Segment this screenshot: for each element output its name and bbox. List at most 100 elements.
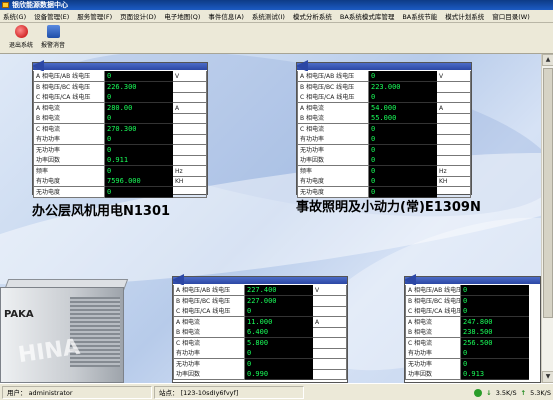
menu-device-management[interactable]: 设备管理(E): [34, 11, 69, 21]
menu-system-test[interactable]: 系统测试(I): [252, 11, 285, 21]
meter-label: B 相电流: [297, 113, 369, 124]
meter-row: B 相电压/BC 线电压 227.000: [173, 295, 347, 307]
meter-row: A 相电流 247.800: [405, 316, 529, 328]
meter-unit: [173, 123, 207, 135]
meter-row: 无功电度 0: [33, 186, 207, 198]
menu-mode-plan[interactable]: 模式计划系统: [445, 11, 484, 21]
meter-label: C 相电流: [405, 337, 461, 349]
meter-label: C 相电压/CA 线电压: [33, 92, 105, 103]
meter-unit: [173, 186, 207, 198]
meter-unit: KH: [437, 176, 471, 187]
meter-value: 227.000: [245, 295, 313, 307]
meter-label: C 相电压/CA 线电压: [173, 306, 245, 317]
meter-value: 0: [105, 144, 173, 156]
menu-system[interactable]: 系统(G): [3, 11, 26, 21]
meter-label: 功率因数: [297, 155, 369, 166]
meter-value: 6.400: [245, 327, 313, 338]
meter-value: 238.500: [461, 327, 529, 338]
meter-unit: [313, 327, 347, 338]
meter-value: 0: [245, 306, 313, 317]
meter-value: 0: [461, 348, 529, 359]
download-arrow-icon: ↑: [520, 388, 527, 397]
station-value: [123-10sdIy6fvyf]: [180, 388, 239, 397]
meter-label: A 相电压/AB 线电压: [33, 71, 105, 82]
meter-value: 270.300: [105, 123, 173, 135]
meter-row: C 相电压/CA 线电压 0: [405, 306, 529, 317]
menu-bar: 系统(G) 设备管理(E) 服务管理(F) 页面设计(D) 电子地图(Q) 事件…: [0, 10, 553, 23]
meter-unit: [313, 369, 347, 380]
meter-label: 频率: [297, 165, 369, 177]
panel-header: [404, 274, 540, 286]
meter-value: 55.000: [369, 113, 437, 124]
meter-unit: A: [313, 316, 347, 328]
menu-window-directory[interactable]: 窗口目录(W): [492, 11, 530, 21]
meter-value: 0: [461, 306, 529, 317]
app-icon: [2, 2, 9, 8]
meter-value: 0: [105, 134, 173, 145]
meter-label: 有功功率: [173, 348, 245, 359]
meter-value: 54.000: [369, 102, 437, 114]
status-station: 站点： [123-10sdIy6fvyf]: [154, 385, 304, 399]
meter-label: A 相电流: [405, 316, 461, 328]
download-speed: 5.3K/S: [530, 388, 551, 397]
menu-mode-analysis[interactable]: 模式分析系统: [293, 11, 332, 21]
meter-unit: [173, 134, 207, 145]
panel-caption-n1301: 办公层风机用电N1301: [32, 204, 171, 219]
user-value: administrator: [28, 388, 73, 397]
menu-service-management[interactable]: 服务管理(F): [77, 11, 112, 21]
station-label: 站点：: [159, 388, 179, 397]
menu-electronic-map[interactable]: 电子地图(Q): [164, 11, 200, 21]
toolbar: 退出系统 报警消音: [0, 23, 553, 54]
meter-row: 功率因数 0.990: [173, 369, 347, 380]
meter-label: 无功电度: [33, 186, 105, 198]
meter-value: 0: [105, 186, 173, 198]
meter-row: B 相电压/BC 线电压 0: [405, 295, 529, 307]
meter-label: A 相电压/AB 线电压: [405, 285, 461, 296]
exit-icon: [14, 25, 28, 38]
meter-label: A 相电流: [33, 102, 105, 114]
scroll-down-arrow-icon[interactable]: ▼: [542, 371, 553, 383]
network-ok-icon: [474, 388, 483, 397]
meter-row: B 相电流 55.000: [297, 113, 471, 124]
scroll-up-arrow-icon[interactable]: ▲: [542, 54, 553, 66]
vertical-scrollbar[interactable]: ▲ ▼: [541, 54, 553, 383]
meter-label: 无功功率: [173, 358, 245, 370]
meter-value: 0: [245, 348, 313, 359]
meter-row: A 相电流 11.000 A: [173, 316, 347, 328]
meter-unit: [437, 113, 471, 124]
meter-row: 有功功率 0: [297, 134, 471, 145]
menu-event-info[interactable]: 事件信息(A): [208, 11, 244, 21]
alarm-mute-button[interactable]: 报警消音: [34, 25, 72, 52]
meter-value: 226.300: [105, 81, 173, 93]
user-label: 用户：: [7, 388, 27, 397]
meter-value: 0: [461, 285, 529, 296]
meter-row: 功率因数 0: [297, 155, 471, 166]
meter-panel-4: A 相电压/AB 线电压 0 B 相电压/BC 线电压 0 C 相电压/CA 线电压 0 A…: [404, 274, 541, 383]
meter-label: 有功功率: [297, 134, 369, 145]
meter-value: 11.000: [245, 316, 313, 328]
menu-ba-energy-saving[interactable]: BA系统节能: [402, 11, 437, 21]
meter-value: 280.00: [105, 102, 173, 114]
meter-value: 0: [105, 113, 173, 124]
status-bar: 用户： administrator 站点： [123-10sdIy6fvyf] …: [0, 383, 553, 400]
meter-row: B 相电压/BC 线电压 223.000: [297, 81, 471, 93]
menu-page-design[interactable]: 页面设计(D): [120, 11, 156, 21]
device-brand: PAKA: [4, 309, 34, 320]
window-title: 银欣能源数据中心: [12, 1, 68, 9]
meter-value: 0: [369, 176, 437, 187]
meter-row: 有功功率 0: [33, 134, 207, 145]
meter-panel-e1309n: A 相电压/AB 线电压 0 V B 相电压/BC 线电压 223.000 C 相电压/C…: [296, 60, 472, 198]
meter-label: B 相电压/BC 线电压: [173, 295, 245, 307]
scroll-thumb[interactable]: [543, 68, 553, 318]
meter-unit: [173, 113, 207, 124]
meter-unit: Hz: [437, 165, 471, 177]
meter-row: A 相电压/AB 线电压 0 V: [33, 71, 207, 82]
meter-unit: [437, 81, 471, 93]
meter-row: C 相电压/CA 线电压 0: [33, 92, 207, 103]
meter-label: B 相电压/BC 线电压: [33, 81, 105, 93]
meter-value: 0: [369, 134, 437, 145]
meter-row: C 相电压/CA 线电压 0: [297, 92, 471, 103]
system-tray: ↓ 3.5K/S ↑ 5.3K/S: [470, 386, 551, 399]
menu-ba-mode-library[interactable]: BA系统模式库管理: [340, 11, 394, 21]
meter-value: 0: [245, 358, 313, 370]
